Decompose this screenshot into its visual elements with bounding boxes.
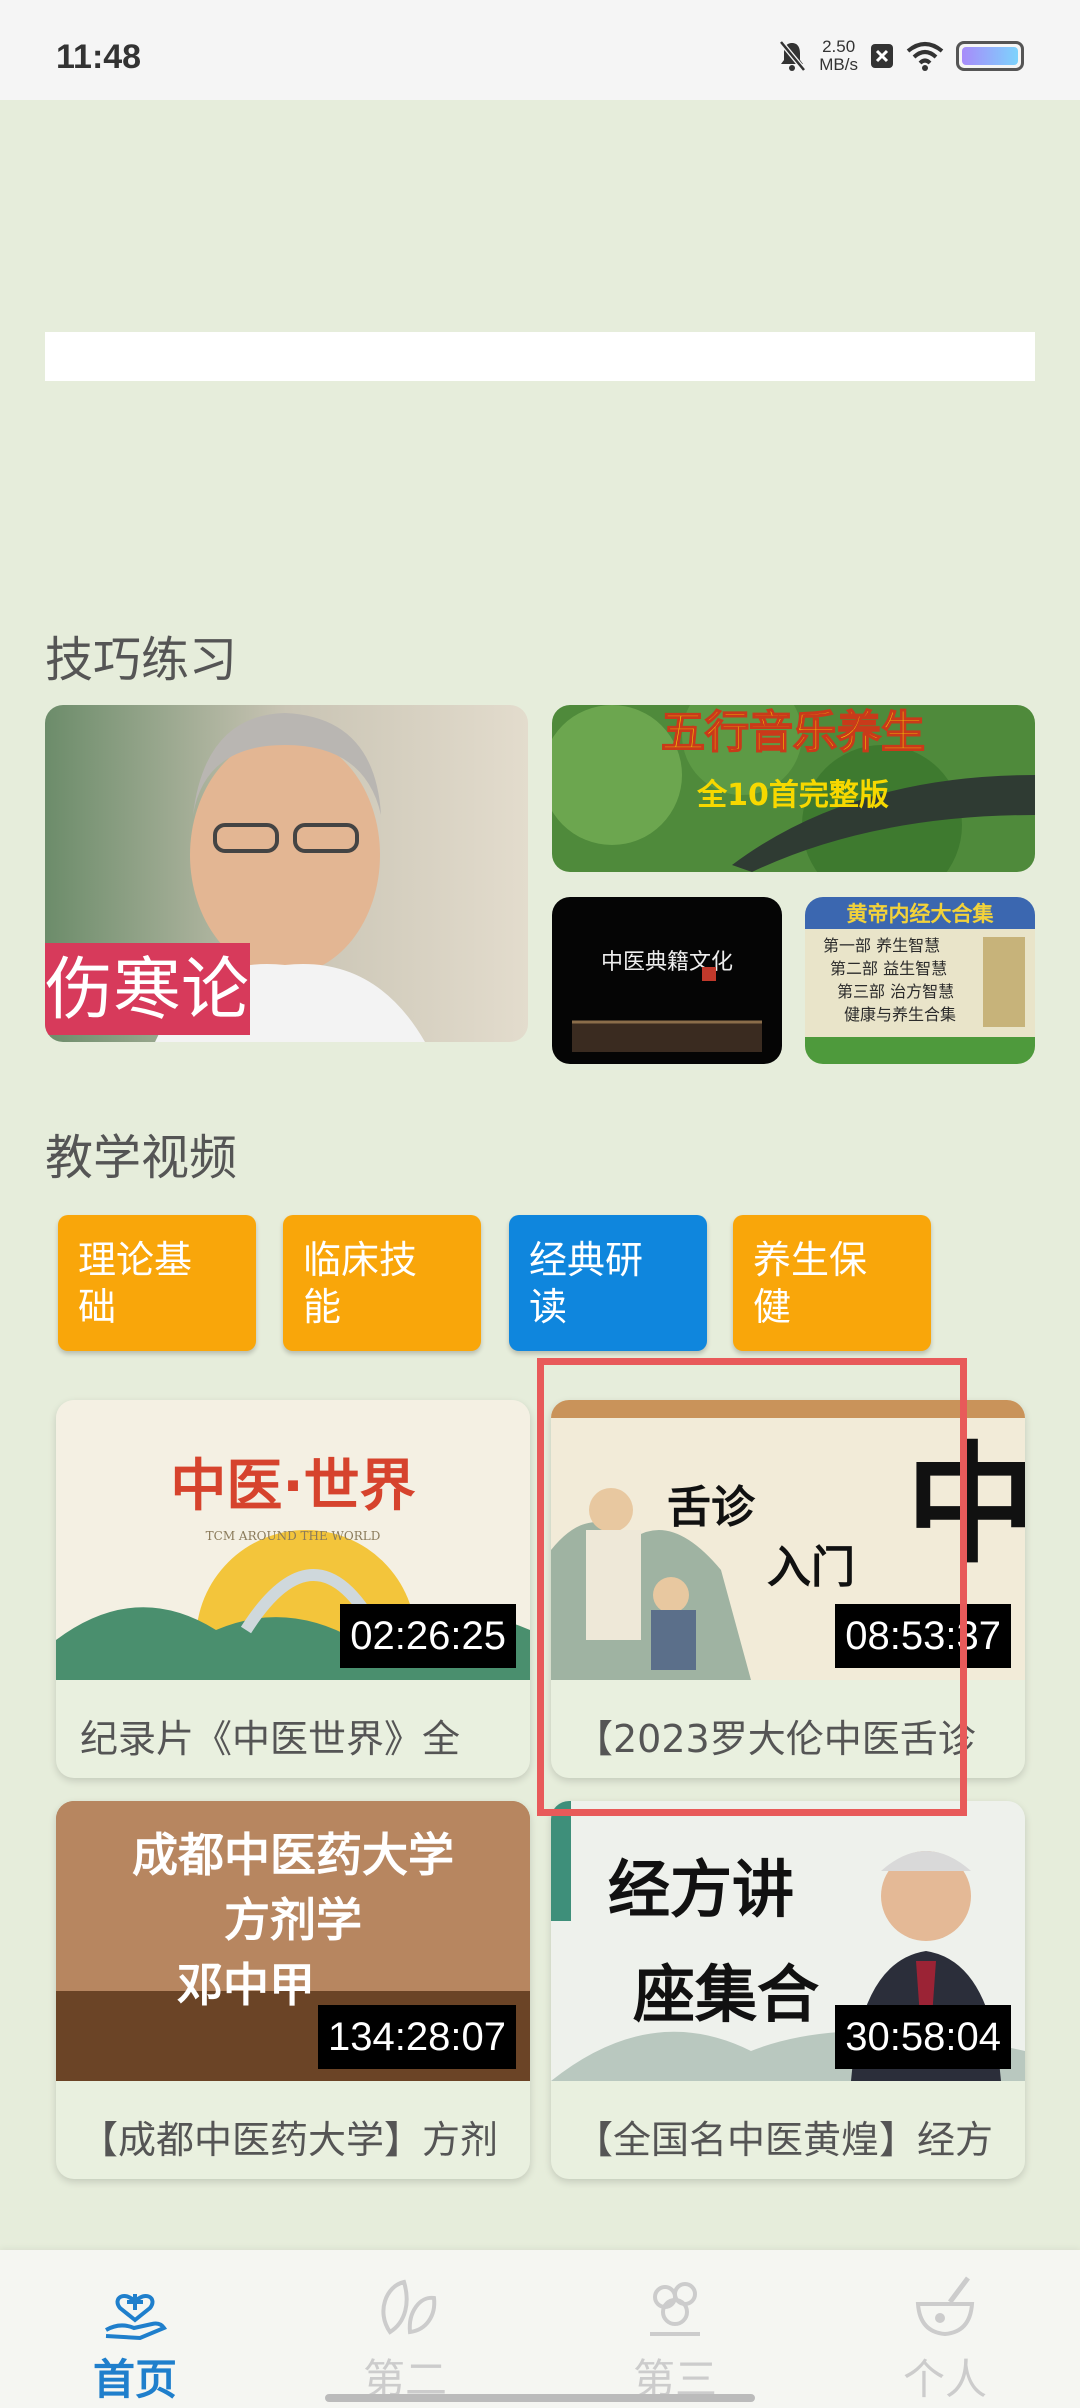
video-duration: 134:28:07	[318, 2005, 516, 2069]
neijing-thumbnail: 黄帝内经大合集 第一部 养生智慧 第二部 益生智慧 第三部 治方智慧 健康与养生…	[805, 897, 1035, 1064]
shanghan-thumbnail: 伤寒论	[45, 705, 528, 1042]
svg-text:第一部 养生智慧: 第一部 养生智慧	[823, 936, 940, 955]
wuxing-thumbnail: 五行音乐养生 全10首完整版	[552, 705, 1035, 872]
video-duration: 30:58:04	[835, 2005, 1011, 2069]
featured-card-wuxing[interactable]: 五行音乐养生 全10首完整版	[552, 705, 1035, 872]
nav-tab-second[interactable]: 第二	[335, 2272, 475, 2408]
section-title-videos: 教学视频	[45, 1130, 238, 1186]
featured-card-culture[interactable]: 中医典籍文化	[552, 897, 782, 1064]
svg-text:五行音乐养生: 五行音乐养生	[661, 707, 925, 758]
nav-label: 个人	[902, 2355, 987, 2404]
banner-bar[interactable]	[45, 332, 1035, 381]
svg-text:方剂学: 方剂学	[224, 1893, 362, 1947]
status-bar: 11:48 2.50 MB/s	[0, 0, 1080, 100]
video-duration: 08:53:37	[835, 1604, 1011, 1668]
video-card[interactable]: 经方讲 座集合 30:58:04 【全国名中医黄煌】经方	[551, 1801, 1025, 2179]
network-speed: 2.50 MB/s	[819, 37, 858, 74]
video-title: 纪录片《中医世界》全	[80, 1717, 461, 1761]
category-button-clinical[interactable]: 临床技能	[283, 1215, 481, 1351]
status-time: 11:48	[56, 38, 142, 76]
svg-text:入门: 入门	[767, 1542, 855, 1593]
svg-text:邓中甲: 邓中甲	[177, 1958, 315, 2012]
svg-text:伤寒论: 伤寒论	[45, 951, 249, 1030]
svg-text:健康与养生合集: 健康与养生合集	[844, 1005, 956, 1024]
video-card[interactable]: 中医·世界 TCM AROUND THE WORLD 02:26:25 纪录片《…	[56, 1400, 530, 1778]
video-title: 【2023罗大伦中医舌诊	[575, 1717, 976, 1761]
nav-tab-profile[interactable]: 个人	[875, 2272, 1015, 2408]
svg-text:中: 中	[906, 1428, 1025, 1581]
home-indicator[interactable]	[325, 2394, 755, 2402]
video-card[interactable]: 舌诊 入门 中 08:53:37 【2023罗大伦中医舌诊	[551, 1400, 1025, 1778]
video-title: 【成都中医药大学】方剂	[80, 2118, 499, 2162]
nav-label: 首页	[92, 2355, 177, 2404]
video-card[interactable]: 成都中医药大学 方剂学 邓中甲 134:28:07 【成都中医药大学】方剂	[56, 1801, 530, 2179]
svg-text:经方讲: 经方讲	[608, 1853, 794, 1926]
svg-text:全10首完整版: 全10首完整版	[696, 778, 889, 813]
heart-hand-icon	[105, 2294, 168, 2341]
category-button-classics[interactable]: 经典研读	[509, 1215, 707, 1351]
wifi-icon	[906, 42, 944, 71]
bottom-nav: 首页 第二 第三 个人	[0, 2250, 1080, 2408]
category-button-theory[interactable]: 理论基础	[58, 1215, 256, 1351]
featured-card-neijing[interactable]: 黄帝内经大合集 第一部 养生智慧 第二部 益生智慧 第三部 治方智慧 健康与养生…	[805, 897, 1035, 1064]
svg-text:第三部 治方智慧: 第三部 治方智慧	[837, 982, 954, 1001]
svg-text:成都中医药大学: 成都中医药大学	[132, 1828, 454, 1882]
svg-text:舌诊: 舌诊	[667, 1482, 756, 1533]
mortar-icon	[915, 2276, 975, 2337]
herb-icon	[650, 2282, 700, 2336]
nav-tab-third[interactable]: 第三	[605, 2272, 745, 2408]
status-icons: 2.50 MB/s	[777, 36, 1024, 76]
svg-text:TCM AROUND THE WORLD: TCM AROUND THE WORLD	[206, 1529, 381, 1543]
svg-text:第二部 益生智慧: 第二部 益生智慧	[830, 959, 947, 978]
featured-card-shanghan[interactable]: 伤寒论	[45, 705, 528, 1042]
category-button-health[interactable]: 养生保健	[733, 1215, 931, 1351]
notification-x-icon	[871, 44, 893, 68]
svg-text:黄帝内经大合集: 黄帝内经大合集	[847, 901, 995, 926]
video-title: 【全国名中医黄煌】经方	[575, 2118, 994, 2162]
mute-icon	[779, 40, 807, 72]
nav-tab-home[interactable]: 首页	[65, 2272, 205, 2408]
video-duration: 02:26:25	[340, 1604, 516, 1668]
section-title-skills: 技巧练习	[45, 632, 238, 688]
culture-thumbnail: 中医典籍文化	[552, 897, 782, 1064]
svg-text:中医·世界: 中医·世界	[170, 1454, 415, 1519]
battery-icon	[956, 41, 1024, 71]
svg-text:座集合: 座集合	[633, 1958, 819, 2031]
leaf-icon	[381, 2279, 437, 2335]
